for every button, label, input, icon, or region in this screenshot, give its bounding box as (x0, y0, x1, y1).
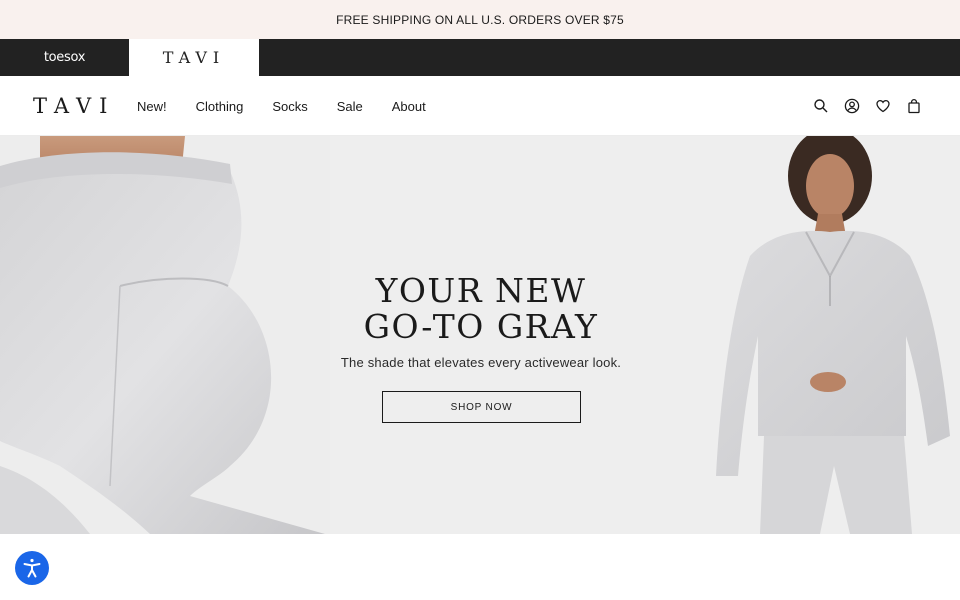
brand-switcher: toesox TAVI (0, 39, 960, 76)
hero-headline-line1: YOUR NEW (375, 271, 587, 310)
header-icons (813, 76, 922, 136)
announcement-bar: FREE SHIPPING ON ALL U.S. ORDERS OVER $7… (0, 0, 960, 39)
hero-headline: YOUR NEW GO-TO GRAY (330, 273, 632, 345)
site-logo[interactable]: TAVI (33, 93, 115, 119)
brand-tab-tavi[interactable]: TAVI (129, 39, 259, 76)
announcement-text: FREE SHIPPING ON ALL U.S. ORDERS OVER $7… (336, 12, 624, 27)
main-nav: New! Clothing Socks Sale About (137, 76, 426, 136)
nav-item-new[interactable]: New! (137, 99, 167, 114)
accessibility-button[interactable] (15, 551, 49, 585)
bag-icon[interactable] (906, 98, 922, 114)
main-header: TAVI New! Clothing Socks Sale About (0, 76, 960, 136)
brand-tab-toesox[interactable]: toesox (0, 39, 129, 76)
shop-now-button[interactable]: SHOP NOW (382, 391, 581, 423)
search-icon[interactable] (813, 98, 829, 114)
hero-subline: The shade that elevates every activewear… (340, 355, 622, 370)
heart-icon[interactable] (875, 98, 891, 114)
nav-item-socks[interactable]: Socks (272, 99, 307, 114)
hero-image-model (680, 136, 960, 534)
hero-image-leggings (0, 136, 330, 534)
hero-banner: YOUR NEW GO-TO GRAY The shade that eleva… (0, 136, 960, 534)
brand-tab-label: TAVI (162, 48, 226, 67)
nav-item-sale[interactable]: Sale (337, 99, 363, 114)
nav-item-about[interactable]: About (392, 99, 426, 114)
account-icon[interactable] (844, 98, 860, 114)
brand-tab-label: toesox (43, 50, 86, 65)
hero-content: YOUR NEW GO-TO GRAY The shade that eleva… (330, 136, 632, 534)
hero-headline-line2: GO-TO GRAY (363, 307, 599, 346)
nav-item-clothing[interactable]: Clothing (196, 99, 244, 114)
accessibility-icon (23, 558, 41, 578)
